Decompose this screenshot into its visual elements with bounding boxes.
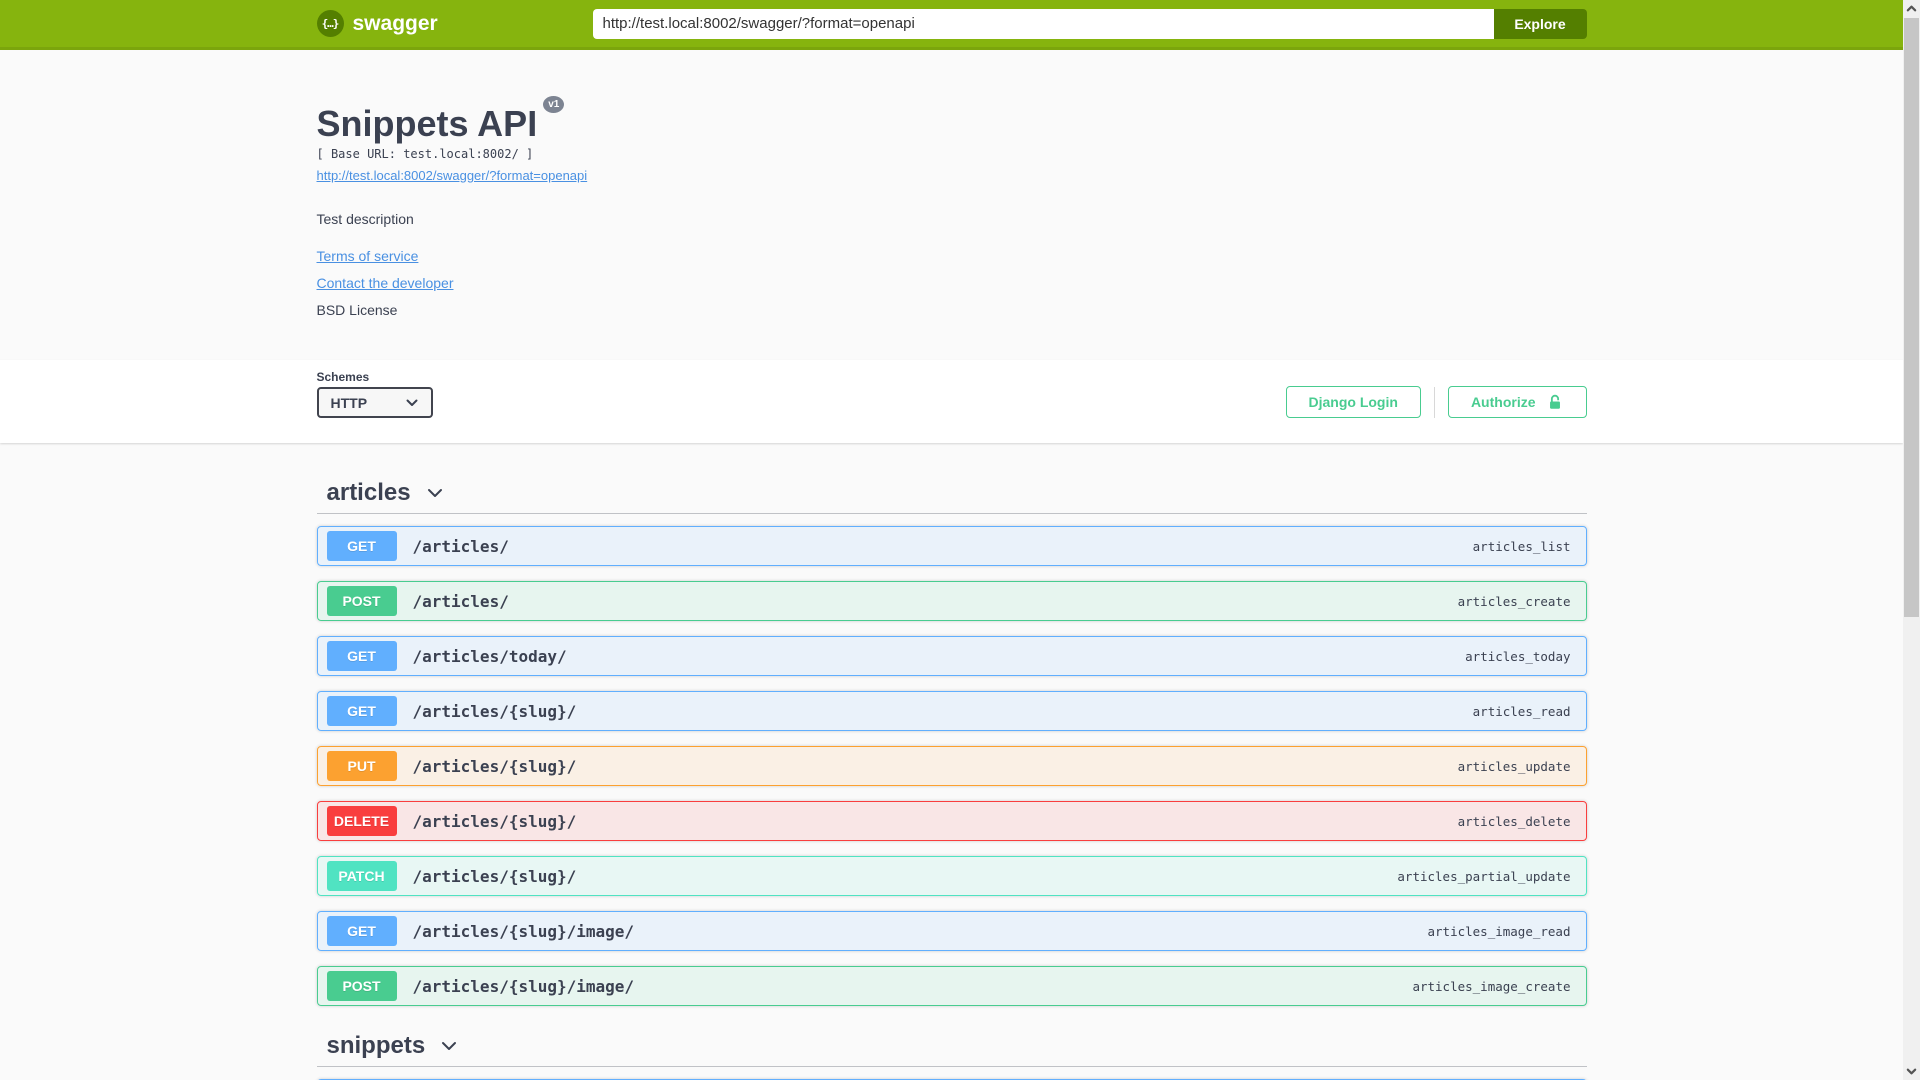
download-url-form: Explore — [592, 8, 1587, 39]
method-badge: GET — [326, 531, 397, 561]
license-text: BSD License — [316, 302, 398, 318]
tag-title: articles — [326, 479, 411, 506]
method-badge: PUT — [326, 751, 397, 781]
tag-header[interactable]: snippets — [316, 1032, 1587, 1067]
op-path: /articles/ — [412, 536, 509, 556]
op-path: /articles/today/ — [412, 646, 567, 666]
spec-url-input[interactable] — [592, 8, 1494, 39]
contact-developer-link[interactable]: Contact the developer — [317, 275, 454, 291]
base-url: [ Base URL: test.local:8002/ ] — [316, 147, 534, 161]
scheme-container: Schemes HTTP Django Login Authorize — [0, 360, 1903, 443]
info-container: Snippets API v1 [ Base URL: test.local:80… — [0, 50, 1903, 360]
api-title-row: Snippets API v1 — [316, 96, 1587, 144]
op-id: articles_create — [1457, 593, 1571, 609]
operation-row[interactable]: PUT /articles/{slug}/ articles_update — [316, 746, 1587, 786]
operations: GET /snippets/ snippets_list — [316, 1067, 1587, 1080]
op-id: articles_image_read — [1427, 923, 1571, 939]
spec-link[interactable]: http://test.local:8002/swagger/?format=o… — [317, 168, 588, 183]
op-id: articles_list — [1472, 538, 1571, 554]
scrollbar-up-arrow-icon[interactable] — [1903, 0, 1920, 17]
op-id: articles_partial_update — [1397, 868, 1571, 884]
method-badge: DELETE — [326, 806, 397, 836]
chevron-down-icon — [425, 483, 445, 503]
op-path: /articles/{slug}/image/ — [412, 921, 635, 941]
operation-row[interactable]: GET /articles/{slug}/image/ articles_ima… — [316, 911, 1587, 951]
op-path: /articles/ — [412, 591, 509, 611]
auth-divider — [1433, 386, 1435, 418]
operation-row[interactable]: GET /articles/today/ articles_today — [316, 636, 1587, 676]
method-badge: POST — [326, 971, 397, 1001]
operation-row[interactable]: POST /articles/ articles_create — [316, 581, 1587, 621]
page-title: Snippets API — [316, 103, 538, 144]
authorize-label: Authorize — [1470, 394, 1536, 410]
op-path: /articles/{slug}/ — [412, 701, 577, 721]
op-path: /articles/{slug}/ — [412, 756, 577, 776]
operation-row[interactable]: GET /articles/{slug}/ articles_read — [316, 691, 1587, 731]
brand-name: swagger — [352, 11, 438, 35]
op-id: articles_today — [1465, 648, 1571, 664]
operation-row[interactable]: GET /articles/ articles_list — [316, 526, 1587, 566]
method-badge: PATCH — [326, 861, 397, 891]
auth-wrapper: Django Login Authorize — [1285, 386, 1587, 418]
operations: GET /articles/ articles_list POST /artic… — [316, 514, 1587, 1006]
method-badge: POST — [326, 586, 397, 616]
version-badge: v1 — [543, 96, 565, 113]
vertical-scrollbar[interactable] — [1903, 0, 1920, 1080]
op-id: articles_image_create — [1412, 978, 1571, 994]
django-login-label: Django Login — [1308, 394, 1398, 410]
tag-header[interactable]: articles — [316, 479, 1587, 514]
swagger-logo-icon: {…} — [316, 10, 344, 37]
api-sections: articles GET /articles/ articles_list PO… — [316, 443, 1587, 1080]
unlocked-padlock-icon — [1546, 393, 1564, 411]
explore-button[interactable]: Explore — [1493, 8, 1587, 39]
django-login-button[interactable]: Django Login — [1285, 386, 1421, 418]
schemes-block: Schemes HTTP — [316, 370, 433, 418]
swagger-ui-page: {…} swagger Explore Snippets API v1 [ Bas… — [0, 0, 1903, 1080]
method-badge: GET — [326, 641, 397, 671]
operation-row[interactable]: POST /articles/{slug}/image/ articles_im… — [316, 966, 1587, 1006]
operation-row[interactable]: PATCH /articles/{slug}/ articles_partial… — [316, 856, 1587, 896]
op-id: articles_read — [1472, 703, 1571, 719]
chevron-down-icon — [405, 396, 419, 410]
scrollbar-down-arrow-icon[interactable] — [1903, 1063, 1920, 1080]
op-path: /articles/{slug}/ — [412, 866, 577, 886]
op-path: /articles/{slug}/image/ — [412, 976, 635, 996]
topbar: {…} swagger Explore — [0, 0, 1903, 50]
tag-section: snippets GET /snippets/ snippets_list — [316, 1032, 1587, 1080]
schemes-label: Schemes — [316, 370, 370, 384]
scheme-select[interactable]: HTTP — [316, 387, 433, 418]
scrollbar-thumb[interactable] — [1904, 18, 1919, 617]
scheme-selected-value: HTTP — [330, 394, 368, 411]
op-id: articles_delete — [1457, 813, 1571, 829]
swagger-brand: {…} swagger — [316, 10, 438, 37]
method-badge: GET — [326, 916, 397, 946]
operation-row[interactable]: DELETE /articles/{slug}/ articles_delete — [316, 801, 1587, 841]
chevron-down-icon — [439, 1036, 459, 1056]
op-path: /articles/{slug}/ — [412, 811, 577, 831]
tag-section: articles GET /articles/ articles_list PO… — [316, 479, 1587, 1006]
method-badge: GET — [326, 696, 397, 726]
terms-of-service-link[interactable]: Terms of service — [317, 248, 419, 264]
authorize-button[interactable]: Authorize — [1447, 386, 1587, 418]
op-id: articles_update — [1457, 758, 1571, 774]
tag-title: snippets — [326, 1032, 426, 1059]
api-description: Test description — [316, 211, 414, 227]
